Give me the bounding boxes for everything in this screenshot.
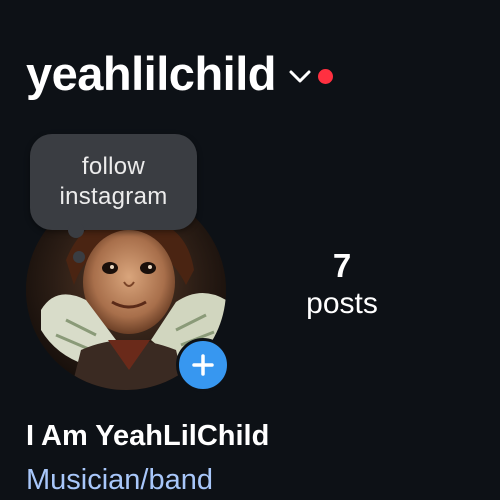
profile-header: yeahlilchild — [26, 48, 333, 100]
posts-label: posts — [306, 287, 378, 320]
username[interactable]: yeahlilchild — [26, 48, 276, 100]
note-bubble-dot — [73, 251, 85, 263]
chevron-down-icon[interactable] — [288, 69, 312, 85]
note-bubble[interactable]: follow instagram — [30, 134, 197, 230]
profile-category: Musician/band — [26, 464, 213, 496]
note-text-line-2: instagram — [59, 183, 168, 210]
posts-count: 7 — [332, 247, 352, 284]
note-text-line-1: follow — [81, 153, 146, 180]
add-story-button[interactable] — [176, 338, 230, 392]
display-name: I Am YeahLilChild — [26, 420, 270, 452]
posts-stat[interactable]: 7 posts — [292, 246, 392, 322]
profile-screen: yeahlilchild follow instagram 7 posts I … — [0, 0, 500, 500]
plus-icon — [192, 354, 214, 376]
note-bubble-tail — [68, 224, 84, 238]
notification-dot — [317, 68, 333, 84]
